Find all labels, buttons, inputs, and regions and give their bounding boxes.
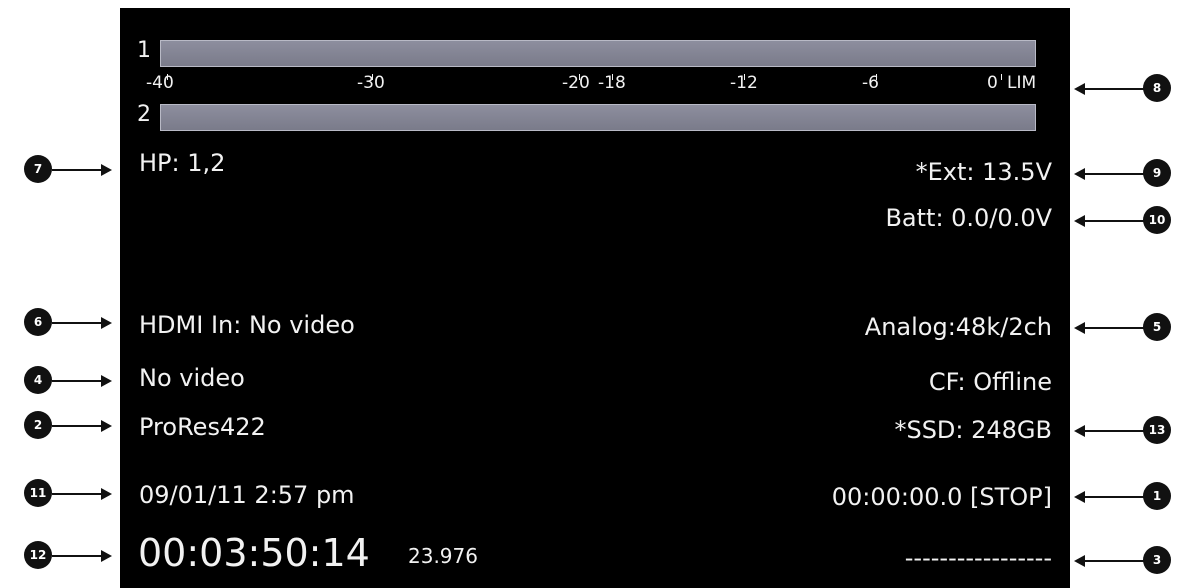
callout-badge: 3: [1143, 546, 1171, 574]
callout-badge: 2: [24, 411, 52, 439]
meter-tick-label: -40: [146, 73, 174, 93]
callout-badge: 7: [24, 155, 52, 183]
meter-tick-label: -30: [357, 73, 385, 93]
callout-arrow-right: [52, 488, 112, 500]
audio-meter-channel-1: [160, 40, 1036, 67]
meter-tick-mark: [1001, 74, 1002, 80]
callout-badge: 1: [1143, 482, 1171, 510]
codec-status: ProRes422: [139, 413, 266, 441]
callout-badge: 10: [1143, 206, 1171, 234]
meter-channel-1-label: 1: [137, 38, 151, 63]
filename: -----------------: [904, 544, 1052, 572]
callout-arrow-left: [1074, 83, 1144, 95]
meter-tick-mark: [744, 74, 745, 80]
meter-tick-mark: [612, 74, 613, 80]
callout-badge: 5: [1143, 313, 1171, 341]
meter-tick-mark: [876, 74, 877, 80]
callout-arrow-left: [1074, 322, 1144, 334]
callout-badge: 9: [1143, 159, 1171, 187]
cf-card-status: CF: Offline: [928, 368, 1052, 396]
callout-arrow-left: [1074, 491, 1144, 503]
external-power-status: *Ext: 13.5V: [915, 158, 1052, 186]
callout-badge: 4: [24, 366, 52, 394]
callout-arrow-left: [1074, 555, 1144, 567]
audio-input-status: Analog:48k/2ch: [864, 313, 1052, 341]
callout-arrow-left: [1074, 425, 1144, 437]
callout-arrow-right: [52, 375, 112, 387]
callout-arrow-right: [52, 420, 112, 432]
date-time: 09/01/11 2:57 pm: [139, 481, 355, 509]
meter-tick-mark: [579, 74, 580, 80]
meter-channel-2-label: 2: [137, 102, 151, 127]
meter-lim-label: LIM: [1007, 73, 1037, 93]
battery-status: Batt: 0.0/0.0V: [885, 204, 1052, 232]
meter-tick-mark: [167, 74, 168, 80]
callout-arrow-right: [52, 550, 112, 562]
callout-arrow-left: [1074, 215, 1144, 227]
video-status: No video: [139, 364, 245, 392]
record-time-status: 00:00:00.0 [STOP]: [831, 483, 1052, 511]
callout-badge: 13: [1143, 416, 1171, 444]
frame-rate: 23.976: [408, 544, 478, 568]
headphone-monitor-status: HP: 1,2: [139, 149, 226, 177]
meter-tick-label: 0: [987, 73, 998, 93]
callout-badge: 6: [24, 308, 52, 336]
callout-badge: 8: [1143, 74, 1171, 102]
meter-tick-mark: [372, 74, 373, 80]
timecode: 00:03:50:14: [138, 531, 370, 575]
callout-badge: 11: [24, 479, 52, 507]
meter-tick-label: -20: [562, 73, 590, 93]
callout-arrow-right: [52, 164, 112, 176]
callout-badge: 12: [24, 541, 52, 569]
callout-arrow-right: [52, 317, 112, 329]
callout-arrow-left: [1074, 168, 1144, 180]
hdmi-input-status: HDMI In: No video: [139, 311, 355, 339]
audio-meter-channel-2: [160, 104, 1036, 131]
ssd-status: *SSD: 248GB: [894, 416, 1052, 444]
